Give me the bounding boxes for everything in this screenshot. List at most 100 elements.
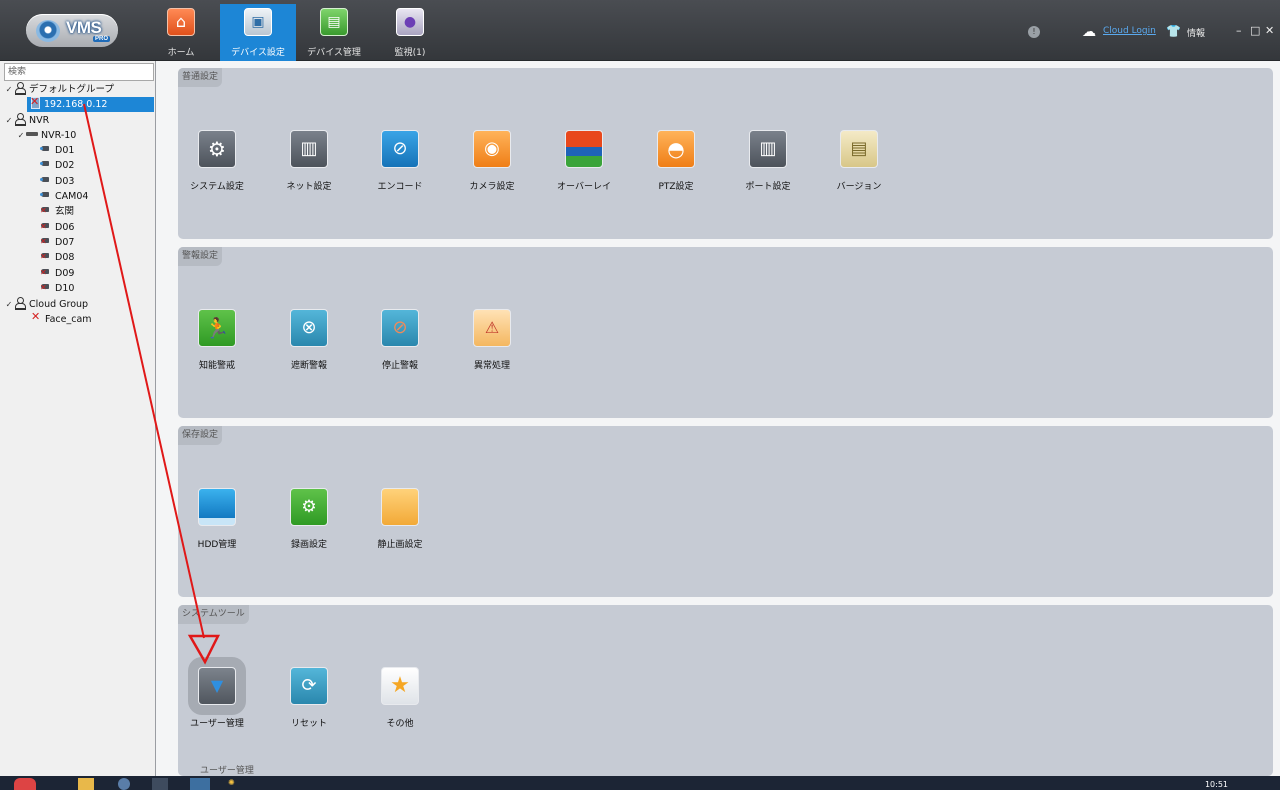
other-button[interactable]: ★ その他 — [365, 667, 435, 729]
exception-handling-button[interactable]: ⚠ 異常処理 — [457, 309, 527, 371]
camera-online-icon — [40, 143, 52, 154]
tab-home-label: ホーム — [167, 48, 195, 58]
expand-chevron-icon[interactable]: ✓ — [4, 297, 14, 312]
tile-label: その他 — [386, 719, 414, 729]
port-settings-button[interactable]: ▥ ポート設定 — [733, 130, 803, 192]
vms-taskbar-icon[interactable] — [190, 778, 210, 790]
app-taskbar-icon[interactable] — [152, 778, 168, 790]
tab-device-settings-label: デバイス設定 — [231, 48, 285, 58]
tile-label: システム設定 — [190, 182, 244, 192]
tree-label: Face_cam — [45, 314, 92, 325]
camera-icon: ◉ — [473, 130, 511, 168]
tree-channel[interactable]: D03 — [40, 174, 74, 189]
tile-label: エンコード — [377, 182, 423, 192]
browser-taskbar-icon[interactable] — [118, 778, 130, 790]
warning-document-icon: ⚠ — [473, 309, 511, 347]
gear-icon: ⚙ — [198, 130, 236, 168]
tamper-alarm-button[interactable]: ⊗ 遮断警報 — [274, 309, 344, 371]
sun-taskbar-icon[interactable]: ✺ — [228, 778, 242, 790]
alert-icon[interactable]: ! — [1028, 26, 1040, 38]
reset-home-icon: ⟳ — [290, 667, 328, 705]
tree-channel[interactable]: 玄関 — [40, 203, 75, 219]
tree-label: D08 — [55, 252, 75, 263]
camera-online-icon — [40, 158, 52, 169]
tree-channel[interactable]: D02 — [40, 158, 74, 173]
device-offline-icon — [30, 309, 42, 324]
user-suit-icon: ▼ — [188, 657, 246, 715]
tree-channel[interactable]: D08 — [40, 249, 75, 265]
hdd-icon — [198, 488, 236, 526]
ptz-dome-icon: ◓ — [657, 130, 695, 168]
camera-offline-icon — [40, 203, 52, 218]
expand-chevron-icon[interactable]: ✓ — [4, 82, 14, 97]
minimize-button[interactable]: – — [1236, 24, 1242, 37]
version-button[interactable]: ▤ バージョン — [824, 130, 894, 192]
device-tree-sidebar: ✓デフォルトグループ 192.168.0.12 ✓NVR ✓NVR-10 D01… — [0, 61, 156, 776]
folder-taskbar-icon[interactable] — [78, 778, 94, 790]
tree-group-default[interactable]: ✓ デフォルトグループ — [4, 82, 114, 97]
tile-label: 遮断警報 — [290, 361, 327, 371]
top-bar: VMS PRO ⌂ ホーム ▣ デバイス設定 ▤ デバイス管理 ● 監視(1) … — [0, 0, 1280, 61]
panel-storage-settings: 保存設定 HDD管理 ⚙ 録画設定 静止画設定 — [178, 426, 1273, 597]
tab-monitor[interactable]: ● 監視(1) — [372, 4, 448, 61]
tile-label: オーバーレイ — [557, 182, 611, 192]
expand-chevron-icon[interactable]: ✓ — [16, 128, 26, 143]
hdd-management-button[interactable]: HDD管理 — [182, 488, 252, 550]
tree-channel[interactable]: D01 — [40, 143, 74, 158]
tab-device-settings[interactable]: ▣ デバイス設定 — [220, 4, 296, 61]
camera-settings-button[interactable]: ◉ カメラ設定 — [457, 130, 527, 192]
tree-channel[interactable]: D06 — [40, 219, 74, 235]
close-button[interactable]: ✕ — [1265, 24, 1274, 37]
panel-title: 警報設定 — [178, 247, 223, 266]
tree-label: NVR — [29, 115, 50, 126]
tree-cloud-device[interactable]: Face_cam — [30, 309, 92, 327]
camera-offline-icon — [40, 280, 52, 295]
reset-button[interactable]: ⟳ リセット — [274, 667, 344, 729]
system-settings-button[interactable]: ⚙ システム設定 — [182, 130, 252, 192]
tab-device-management-label: デバイス管理 — [307, 48, 361, 58]
tab-monitor-label: 監視(1) — [394, 48, 426, 58]
user-management-button[interactable]: ▼ ユーザー管理 — [182, 657, 252, 729]
home-icon: ⌂ — [167, 8, 195, 36]
record-camera-gear-icon: ⚙ — [290, 488, 328, 526]
encode-button[interactable]: ⊘ エンコード — [365, 130, 435, 192]
expand-chevron-icon[interactable]: ✓ — [4, 113, 14, 128]
camera-logo-icon — [36, 20, 60, 42]
panel-system-tools: システムツール ▼ ユーザー管理 ⟳ リセット ★ その他 — [178, 605, 1273, 776]
camera-online-icon — [40, 189, 52, 200]
ptz-settings-button[interactable]: ◓ PTZ設定 — [641, 130, 711, 192]
tile-label: HDD管理 — [197, 540, 237, 550]
port-icon: ▥ — [749, 130, 787, 168]
tree-group-cloud[interactable]: ✓ Cloud Group — [4, 297, 88, 312]
intelligent-alert-button[interactable]: 🏃 知能警戒 — [182, 309, 252, 371]
tree-label: D03 — [55, 176, 75, 187]
tile-label: リセット — [290, 719, 327, 729]
tree-channel[interactable]: CAM04 — [40, 189, 88, 204]
cloud-login-link[interactable]: Cloud Login — [1103, 26, 1156, 36]
tree-device-selected[interactable]: 192.168.0.12 — [27, 94, 154, 112]
record-settings-button[interactable]: ⚙ 録画設定 — [274, 488, 344, 550]
tree-label: 玄関 — [55, 206, 75, 217]
tree-label: NVR-10 — [41, 130, 77, 141]
tree-label: 192.168.0.12 — [44, 99, 108, 110]
maximize-button[interactable]: □ — [1250, 24, 1260, 37]
network-settings-button[interactable]: ▥ ネット設定 — [274, 130, 344, 192]
tree-channel[interactable]: D07 — [40, 234, 74, 250]
device-offline-icon — [29, 94, 41, 109]
tile-label: 異常処理 — [473, 361, 510, 371]
tab-home[interactable]: ⌂ ホーム — [143, 4, 219, 61]
tab-device-management[interactable]: ▤ デバイス管理 — [296, 4, 372, 61]
tree-group-nvr[interactable]: ✓ NVR — [4, 113, 49, 128]
info-link[interactable]: 情報 — [1187, 26, 1205, 39]
shirt-icon[interactable]: 👕 — [1166, 24, 1181, 38]
search-input[interactable] — [4, 63, 154, 81]
snapshot-settings-button[interactable]: 静止画設定 — [365, 488, 435, 550]
tree-nvr-device[interactable]: ✓ NVR-10 — [16, 128, 77, 143]
tree-channel[interactable]: D09 — [40, 265, 74, 281]
overlay-button[interactable]: オーバーレイ — [549, 130, 619, 192]
tree-channel[interactable]: D10 — [40, 280, 74, 296]
camera-offline-icon — [40, 219, 52, 234]
start-icon[interactable] — [14, 778, 36, 790]
stop-alarm-button[interactable]: ⊘ 停止警報 — [365, 309, 435, 371]
tile-label: ネット設定 — [286, 182, 332, 192]
